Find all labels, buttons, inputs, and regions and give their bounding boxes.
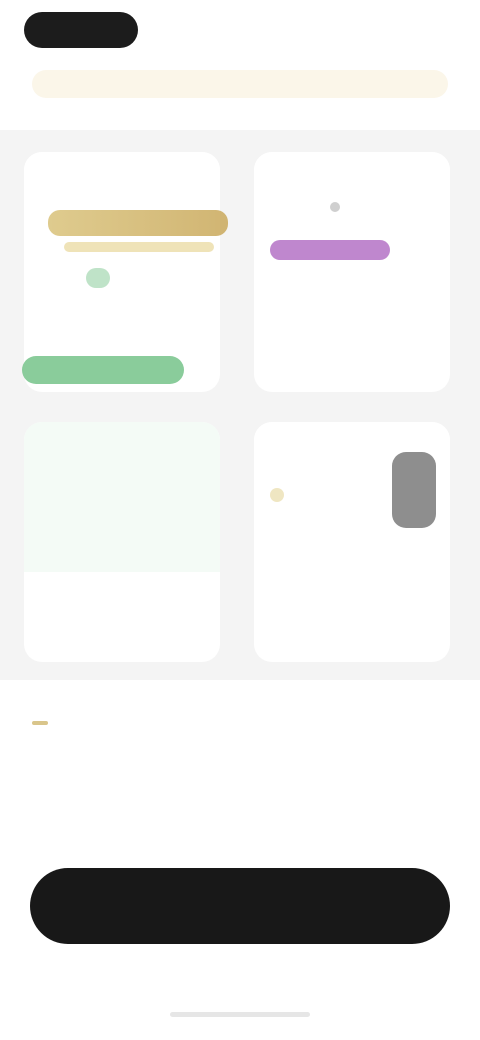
gold-line-shape [64, 242, 214, 252]
green-pill-shape [22, 356, 184, 384]
phone-icon [392, 452, 436, 528]
top-bar [0, 0, 480, 64]
card-2-illustration [254, 152, 450, 302]
gold-bar-shape [48, 210, 228, 236]
bell-icon [86, 268, 110, 288]
announcement-banner[interactable] [32, 70, 448, 98]
hero-section [32, 712, 452, 746]
app-screen [0, 0, 480, 1040]
purple-pill-shape [270, 240, 390, 260]
brand-logo-button[interactable] [24, 12, 138, 48]
feature-grid [0, 130, 480, 680]
card-1-illustration [24, 152, 228, 302]
sparkle-icon [270, 488, 284, 502]
dot-icon [330, 202, 340, 212]
primary-cta-button[interactable] [30, 868, 450, 944]
hero-highlight [32, 721, 48, 725]
feature-card-2[interactable] [254, 152, 450, 392]
card-3-illustration [24, 422, 220, 572]
feature-card-3[interactable] [24, 422, 220, 662]
home-indicator [170, 1012, 310, 1017]
